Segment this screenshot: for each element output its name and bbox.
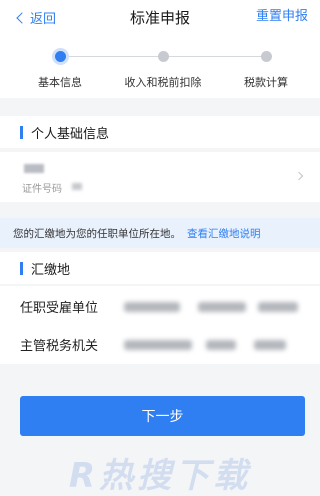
- personal-info-row[interactable]: 证件号码: [0, 152, 320, 202]
- step-indicator: 基本信息 收入和税前扣除 税款计算: [0, 34, 320, 98]
- filing-place-notice: 您的汇缴地为您的任职单位所在地。 查看汇缴地说明: [0, 218, 320, 248]
- notice-text: 您的汇缴地为您的任职单位所在地。: [13, 227, 181, 240]
- next-step-button[interactable]: 下一步: [20, 396, 305, 436]
- step-label-basic-info: 基本信息: [38, 76, 82, 89]
- chevron-left-icon: [16, 11, 28, 24]
- back-button[interactable]: 返回: [16, 0, 57, 34]
- blurred-id-number: [72, 183, 82, 190]
- step-dot-income: [158, 51, 169, 62]
- page-title: 标准申报: [129, 8, 190, 27]
- section-header-filing-place: 汇缴地: [0, 252, 320, 284]
- step-dot-tax-calc: [261, 51, 272, 62]
- step-label-income: 收入和税前扣除: [124, 76, 202, 89]
- employer-label: 任职受雇单位: [20, 300, 99, 316]
- blurred-employer-value: [198, 302, 246, 312]
- blurred-employer-value: [124, 302, 180, 312]
- site-watermark: R热搜下载: [68, 455, 252, 496]
- step-connector: [168, 56, 262, 57]
- employer-row[interactable]: 任职受雇单位: [0, 286, 320, 326]
- back-label: 返回: [30, 11, 57, 27]
- section-marker: [20, 125, 23, 139]
- step-connector: [66, 56, 160, 57]
- id-number-label: 证件号码: [22, 184, 62, 195]
- tax-authority-label: 主管税务机关: [20, 338, 99, 354]
- nav-bar: 返回 标准申报 重置申报: [0, 0, 320, 34]
- step-label-tax-calc: 税款计算: [244, 76, 288, 89]
- view-filing-place-link[interactable]: 查看汇缴地说明: [187, 226, 261, 241]
- blurred-tax-authority-value: [254, 340, 286, 350]
- section-title: 个人基础信息: [31, 126, 110, 142]
- section-header-personal-info: 个人基础信息: [0, 116, 320, 148]
- tax-authority-row[interactable]: 主管税务机关: [0, 324, 320, 364]
- blurred-name: [24, 164, 44, 173]
- section-marker: [20, 261, 23, 275]
- step-dot-basic-info: [55, 51, 66, 62]
- section-title: 汇缴地: [31, 262, 71, 278]
- blurred-tax-authority-value: [206, 340, 236, 350]
- blurred-employer-value: [258, 302, 298, 312]
- chevron-right-icon: [294, 171, 304, 181]
- reset-filing-button[interactable]: 重置申报: [256, 0, 308, 34]
- blurred-tax-authority-value: [124, 340, 192, 350]
